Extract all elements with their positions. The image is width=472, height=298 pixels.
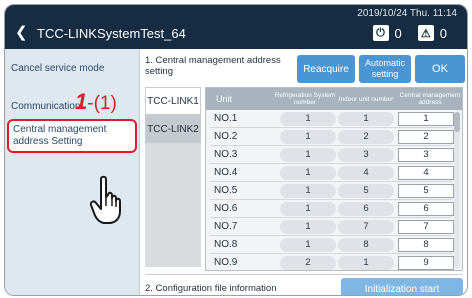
central-address-input[interactable]: 5 [398, 184, 454, 198]
table-row: NO.9 2 1 9 [206, 254, 462, 270]
column-header-indoor-unit: Indoor unit number [338, 95, 394, 103]
scrollbar-thumb[interactable] [454, 112, 460, 132]
central-address-input[interactable]: 1 [398, 112, 454, 126]
table-scrollbar[interactable] [454, 112, 460, 268]
tab-tcc-link2[interactable]: TCC-LINK2 [145, 115, 201, 143]
page-title: TCC-LINKSystemTest_64 [37, 26, 186, 41]
central-address-input[interactable]: 2 [398, 130, 454, 144]
unit-cell: NO.7 [214, 221, 238, 232]
warning-count: 0 [439, 25, 447, 41]
power-icon: ⏻ [372, 25, 389, 41]
unit-cell: NO.5 [214, 185, 238, 196]
refrigeration-number: 1 [280, 112, 336, 126]
step-sub: -(1) [87, 93, 117, 114]
automatic-setting-button[interactable]: Automatic setting [359, 55, 411, 83]
section-title-central-management: 1. Central management address setting [145, 55, 281, 77]
link-tabs: TCC-LINK1 TCC-LINK2 [145, 87, 201, 267]
hand-pointer-icon [89, 175, 121, 224]
column-header-refrigeration: Refrigeration System number [274, 92, 336, 106]
indoor-unit-number: 3 [338, 148, 394, 162]
main-panel: 1. Central management address setting Re… [141, 49, 467, 295]
unit-cell: NO.4 [214, 167, 238, 178]
table-row: NO.7 1 7 7 [206, 218, 462, 236]
reacquire-button[interactable]: Reacquire [297, 55, 355, 83]
power-count: 0 [394, 25, 402, 41]
central-address-input[interactable]: 3 [398, 148, 454, 162]
ok-button[interactable]: OK [415, 55, 465, 83]
status-indicators: ⏻ 0 ⚠ 0 [372, 25, 447, 41]
table-header: Unit Refrigeration System number Indoor … [206, 88, 462, 110]
indoor-unit-number: 1 [338, 256, 394, 270]
refrigeration-number: 1 [280, 202, 336, 216]
central-address-input[interactable]: 7 [398, 220, 454, 234]
refrigeration-number: 1 [280, 130, 336, 144]
indoor-unit-number: 4 [338, 166, 394, 180]
refrigeration-number: 2 [280, 256, 336, 270]
sidebar-item-communication[interactable]: Communication [7, 97, 137, 117]
divider [145, 274, 463, 275]
tab-tcc-link1[interactable]: TCC-LINK1 [145, 87, 201, 115]
column-header-unit: Unit [216, 93, 233, 104]
top-bar: 2019/10/24 Thu. 11:14 ❮ TCC-LINKSystemTe… [5, 5, 467, 49]
indoor-unit-number: 7 [338, 220, 394, 234]
unit-cell: NO.8 [214, 239, 238, 250]
central-address-input[interactable]: 6 [398, 202, 454, 216]
indoor-unit-number: 1 [338, 112, 394, 126]
warning-icon: ⚠ [417, 25, 434, 41]
refrigeration-number: 1 [280, 148, 336, 162]
sidebar-item-cancel-service-mode[interactable]: Cancel service mode [7, 59, 137, 79]
chevron-left-icon[interactable]: ❮ [15, 23, 28, 43]
indoor-unit-number: 2 [338, 130, 394, 144]
initialization-start-button[interactable]: Initialization start [341, 278, 463, 295]
sidebar-item-central-management-address-setting[interactable]: Central management address Setting [7, 119, 137, 153]
refrigeration-number: 1 [280, 238, 336, 252]
unit-cell: NO.3 [214, 149, 238, 160]
table-row: NO.2 1 2 2 [206, 128, 462, 146]
table-row: NO.8 1 8 8 [206, 236, 462, 254]
refrigeration-number: 1 [280, 220, 336, 234]
unit-cell: NO.2 [214, 131, 238, 142]
indoor-unit-number: 8 [338, 238, 394, 252]
step-annotation: 1-(1) [75, 89, 117, 115]
central-address-input[interactable]: 8 [398, 238, 454, 252]
datetime-label: 2019/10/24 Thu. 11:14 [357, 8, 457, 19]
refrigeration-number: 1 [280, 184, 336, 198]
column-header-central-address: Central management address [399, 92, 461, 106]
central-address-input[interactable]: 9 [398, 256, 454, 270]
unit-cell: NO.6 [214, 203, 238, 214]
table-row: NO.1 1 1 1 [206, 110, 462, 128]
sidebar: Cancel service mode Communication Centra… [5, 49, 140, 295]
central-address-input[interactable]: 4 [398, 166, 454, 180]
section-title-configuration-file: 2. Configuration file information [145, 283, 277, 294]
indoor-unit-number: 5 [338, 184, 394, 198]
table-row: NO.4 1 4 4 [206, 164, 462, 182]
table-row: NO.3 1 3 3 [206, 146, 462, 164]
unit-cell: NO.9 [214, 257, 238, 268]
table-row: NO.5 1 5 5 [206, 182, 462, 200]
address-table: Unit Refrigeration System number Indoor … [205, 87, 463, 271]
indoor-unit-number: 6 [338, 202, 394, 216]
step-number: 1 [75, 89, 88, 114]
refrigeration-number: 1 [280, 166, 336, 180]
table-row: NO.6 1 6 6 [206, 200, 462, 218]
unit-cell: NO.1 [214, 113, 238, 124]
app-window: 2019/10/24 Thu. 11:14 ❮ TCC-LINKSystemTe… [4, 4, 468, 296]
